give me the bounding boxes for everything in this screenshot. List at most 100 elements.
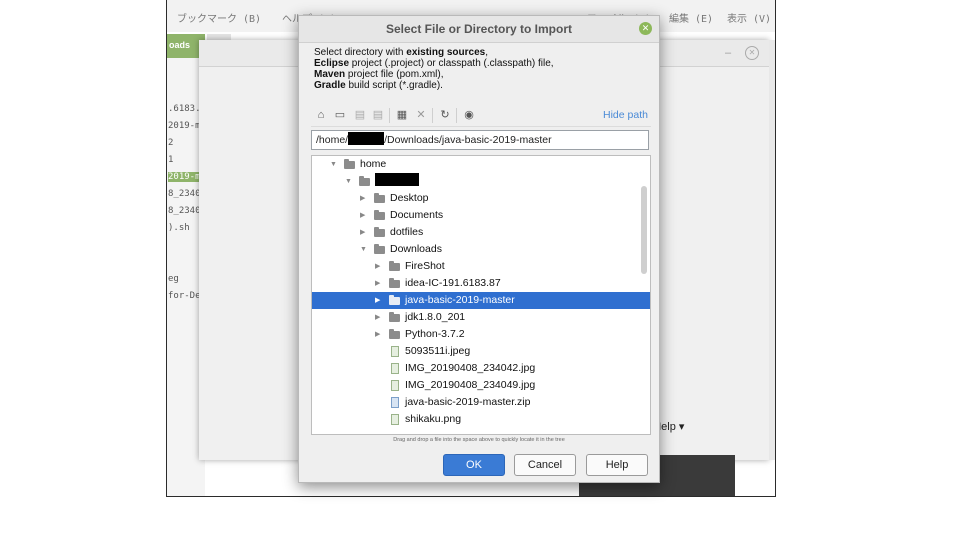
folder-icon	[344, 159, 355, 169]
delete-icon[interactable]: ✕	[414, 108, 428, 122]
redacted-username	[375, 173, 419, 186]
tree-folder-row[interactable]: ▼	[312, 173, 650, 190]
folder-icon	[389, 295, 400, 305]
module-folder-icon[interactable]: ▤	[371, 108, 385, 122]
close-icon[interactable]: ✕	[745, 46, 759, 60]
expand-right-icon[interactable]: ▶	[375, 326, 383, 343]
project-folder-icon[interactable]: ▤	[353, 108, 367, 122]
home-icon[interactable]: ⌂	[314, 108, 328, 122]
tree-item-label: home	[360, 158, 387, 170]
expand-down-icon[interactable]: ▼	[345, 173, 353, 190]
import-dialog: Select File or Directory to Import ✕ Sel…	[298, 15, 660, 483]
desc-line: Eclipse project (.project) or classpath …	[314, 58, 554, 69]
bg-menu-view: 表示 (V)	[727, 14, 772, 25]
tree-item-label: dotfiles	[390, 226, 424, 238]
refresh-icon[interactable]: ↻	[438, 108, 452, 122]
expand-down-icon[interactable]: ▼	[330, 156, 338, 173]
expand-right-icon[interactable]: ▶	[360, 190, 368, 207]
bg-menu-bookmarks: ブックマーク (B)	[177, 14, 262, 25]
drag-drop-hint: Drag and drop a file into the space abov…	[393, 437, 565, 443]
file-chooser-toolbar: ⌂ ▭ ▤ ▤ ▦ ✕ ↻ ◉ Hide path	[311, 106, 651, 127]
tree-item-label: IMG_20190408_234049.jpg	[405, 379, 536, 391]
folder-icon	[389, 329, 400, 339]
expand-right-icon[interactable]: ▶	[360, 224, 368, 241]
expand-right-icon[interactable]: ▶	[375, 258, 383, 275]
tree-file-row[interactable]: shikaku.png	[312, 411, 650, 428]
image-file-icon	[391, 380, 399, 391]
image-file-icon	[391, 414, 399, 425]
redacted-username	[348, 132, 385, 145]
tree-item-label: Downloads	[390, 243, 442, 255]
tree-folder-row[interactable]: ▼ Downloads	[312, 241, 650, 258]
tree-folder-row[interactable]: ▶ FireShot	[312, 258, 650, 275]
ok-button[interactable]: OK	[443, 454, 505, 476]
tree-file-row[interactable]: 5093511i.jpeg	[312, 343, 650, 360]
image-file-icon	[391, 363, 399, 374]
tree-item-label: Desktop	[390, 192, 429, 204]
expand-right-icon[interactable]: ▶	[375, 275, 383, 292]
desc-line: Gradle build script (*.gradle).	[314, 80, 443, 91]
folder-icon	[374, 227, 385, 237]
tree-item-label: shikaku.png	[405, 413, 462, 425]
folder-icon	[389, 312, 400, 322]
image-file-icon	[391, 346, 399, 357]
cancel-button[interactable]: Cancel	[514, 454, 576, 476]
tree-file-row[interactable]: IMG_20190408_234042.jpg	[312, 360, 650, 377]
desc-line: Maven project file (pom.xml),	[314, 69, 444, 80]
toolbar-divider	[432, 108, 433, 123]
hide-path-link[interactable]: Hide path	[603, 109, 648, 121]
tree-folder-row[interactable]: ▶ idea-IC-191.6183.87	[312, 275, 650, 292]
tree-folder-row[interactable]: ▶ Documents	[312, 207, 650, 224]
bg-line: ).sh	[168, 223, 190, 233]
desktop-icon[interactable]: ▭	[333, 108, 347, 122]
bg-line: .6183.	[168, 104, 201, 114]
minimize-icon[interactable]: –	[725, 47, 731, 59]
directory-tree[interactable]: ▼ home ▼ ▶ Desktop ▶ Documents ▶ dotfiles ▼ Downlo…	[311, 155, 651, 435]
tree-folder-row[interactable]: ▶ dotfiles	[312, 224, 650, 241]
tree-item-label: java-basic-2019-master.zip	[405, 396, 531, 408]
tree-folder-row[interactable]: ▼ home	[312, 156, 650, 173]
path-input[interactable]: /home//Downloads/java-basic-2019-master	[311, 130, 649, 150]
tree-file-row[interactable]: IMG_20190408_234049.jpg	[312, 377, 650, 394]
tree-folder-row[interactable]: ▶ Desktop	[312, 190, 650, 207]
background-scrollbar	[769, 40, 775, 460]
toolbar-divider	[456, 108, 457, 123]
folder-icon	[389, 261, 400, 271]
bg-menu-edit: 編集 (E)	[669, 14, 714, 25]
toolbar-divider	[389, 108, 390, 123]
bg-line: 2	[168, 138, 174, 148]
tree-folder-row[interactable]: ▶ java-basic-2019-master	[312, 292, 650, 309]
folder-icon	[374, 244, 385, 254]
bg-line: 2019-m	[168, 121, 201, 131]
folder-icon	[374, 210, 385, 220]
tree-item-label: java-basic-2019-master	[405, 294, 515, 306]
dialog-title: Select File or Directory to Import	[299, 16, 659, 43]
tree-item-label: Python-3.7.2	[405, 328, 465, 340]
tree-item-label: jdk1.8.0_201	[405, 311, 466, 323]
tree-file-row[interactable]: java-basic-2019-master.zip	[312, 394, 650, 411]
tree-folder-row[interactable]: ▶ Python-3.7.2	[312, 326, 650, 343]
tree-item-label: IMG_20190408_234042.jpg	[405, 362, 536, 374]
tree-folder-row[interactable]: ▶ jdk1.8.0_201	[312, 309, 650, 326]
desc-line: Select directory with existing sources,	[314, 47, 488, 58]
show-hidden-icon[interactable]: ◉	[462, 108, 476, 122]
folder-icon	[389, 278, 400, 288]
tree-item-label: Documents	[390, 209, 444, 221]
bg-line: 8_2340	[168, 189, 201, 199]
close-icon[interactable]: ✕	[639, 22, 652, 35]
tree-item-label: FireShot	[405, 260, 445, 272]
expand-right-icon[interactable]: ▶	[375, 292, 383, 309]
expand-down-icon[interactable]: ▼	[360, 241, 368, 258]
folder-icon	[359, 176, 370, 186]
tree-item-label	[375, 173, 419, 190]
expand-right-icon[interactable]: ▶	[360, 207, 368, 224]
bg-line: 1	[168, 155, 174, 165]
help-button[interactable]: Help	[586, 454, 648, 476]
new-folder-icon[interactable]: ▦	[395, 108, 409, 122]
tree-scrollbar[interactable]	[641, 186, 647, 274]
bg-line: eg	[168, 274, 179, 284]
bg-line: for-De	[168, 291, 201, 301]
archive-file-icon	[391, 397, 399, 408]
dialog-description: Select directory with existing sources, …	[314, 47, 644, 91]
expand-right-icon[interactable]: ▶	[375, 309, 383, 326]
